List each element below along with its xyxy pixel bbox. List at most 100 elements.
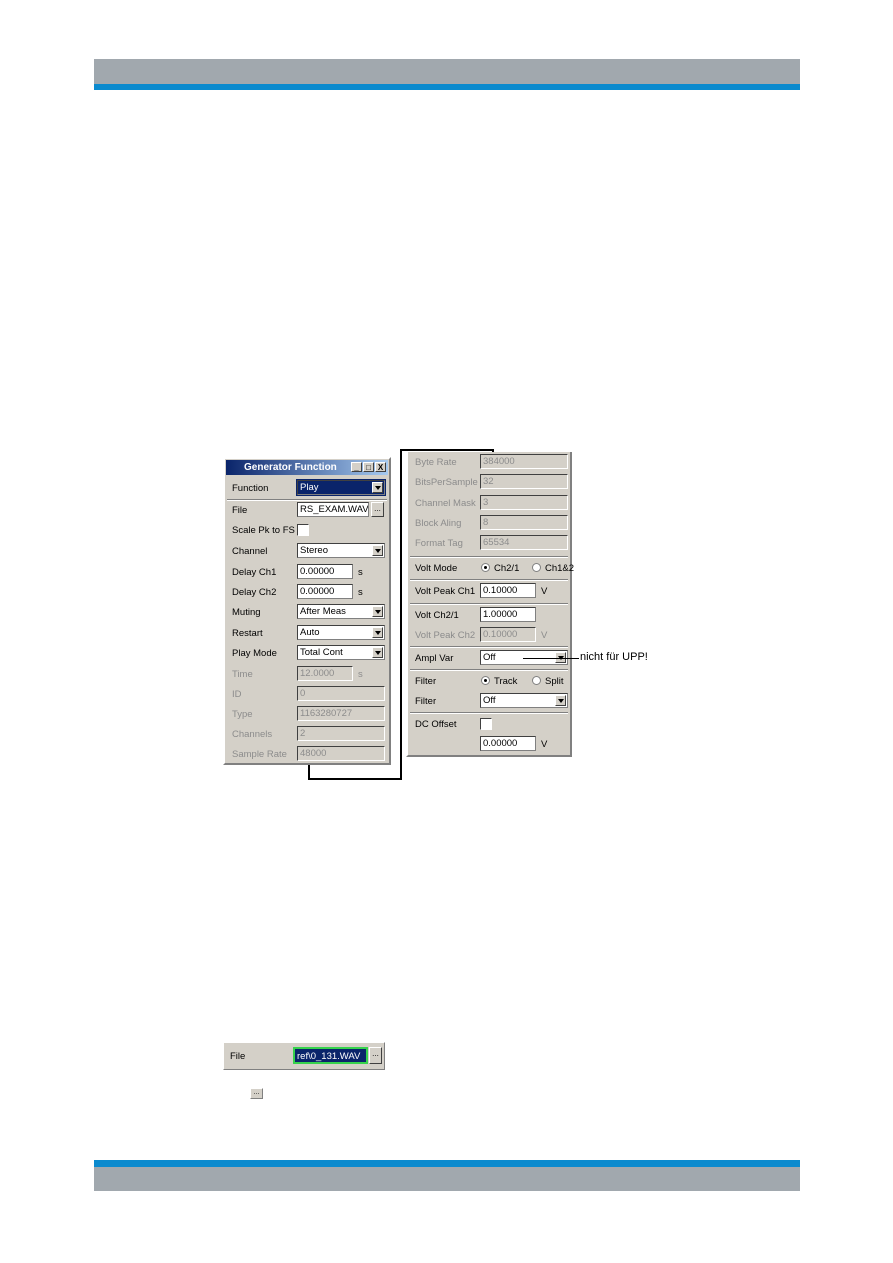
id-value: 0 — [297, 686, 385, 701]
annotation-pointer — [523, 658, 579, 659]
annotation-note: nicht für UPP! — [580, 651, 648, 663]
connector-line — [400, 449, 493, 451]
volt-mode-ch21-radio[interactable] — [481, 563, 490, 572]
volt-mode-ch12-label: Ch1&2 — [545, 563, 575, 574]
chevron-down-icon[interactable] — [555, 695, 566, 706]
dc-offset-row: DC Offset — [408, 714, 570, 734]
play-mode-value: Total Cont — [300, 647, 343, 658]
chevron-down-icon[interactable] — [372, 482, 383, 493]
dc-offset-input[interactable]: 0.00000 — [480, 736, 536, 751]
chevron-down-icon[interactable] — [372, 545, 383, 556]
connector-line — [308, 778, 402, 780]
delay-ch2-label: Delay Ch2 — [232, 587, 277, 598]
filter-split-radio[interactable] — [532, 676, 541, 685]
time-label: Time — [232, 669, 253, 680]
volt-peak-ch1-label: Volt Peak Ch1 — [415, 586, 476, 597]
file-field-example: File ref\0_131.WAV ... — [223, 1042, 385, 1070]
delay-ch1-input[interactable]: 0.00000 — [297, 564, 353, 579]
channels-value: 2 — [297, 726, 385, 741]
ampl-var-value: Off — [483, 652, 496, 663]
ampl-var-label: Ampl Var — [415, 653, 454, 664]
function-row: Function Play — [225, 478, 389, 498]
dc-offset-checkbox[interactable] — [480, 718, 492, 730]
header-accent — [94, 84, 800, 90]
scale-checkbox[interactable] — [297, 524, 309, 536]
volt-ch21-input[interactable]: 1.00000 — [480, 607, 536, 622]
file-label: File — [232, 505, 248, 516]
chevron-down-icon[interactable] — [372, 647, 383, 658]
generator-function-panel-continued: Byte Rate 384000 BitsPerSample 32 Channe… — [406, 452, 575, 757]
channel-value: Stereo — [300, 545, 328, 556]
byte-rate-label: Byte Rate — [415, 457, 457, 468]
chevron-down-icon[interactable] — [372, 627, 383, 638]
function-label: Function — [232, 483, 269, 494]
file-strip-input[interactable]: ref\0_131.WAV — [293, 1047, 368, 1064]
format-tag-label: Format Tag — [415, 538, 463, 549]
volt-peak-ch1-row: Volt Peak Ch1 0.10000 V — [408, 581, 570, 601]
format-tag-row: Format Tag 65534 — [408, 533, 570, 553]
filter-select[interactable]: Off — [480, 693, 568, 708]
muting-row: Muting After Meas — [225, 602, 389, 622]
connector-line — [400, 449, 402, 779]
generator-function-panel: Generator Function _ □ X Function Play F… — [223, 457, 391, 765]
filter-row: Filter Off — [408, 691, 570, 711]
play-mode-row: Play Mode Total Cont — [225, 643, 389, 663]
sample-rate-row: Sample Rate 48000 — [225, 744, 389, 764]
channel-mask-row: Channel Mask 3 — [408, 493, 570, 513]
close-icon[interactable]: X — [375, 462, 386, 472]
delay-ch1-row: Delay Ch1 0.00000 s — [225, 562, 389, 582]
restart-value: Auto — [300, 627, 320, 638]
play-mode-label: Play Mode — [232, 648, 277, 659]
sample-rate-value: 48000 — [297, 746, 385, 761]
scale-label: Scale Pk to FS — [232, 525, 295, 536]
channel-select[interactable]: Stereo — [297, 543, 385, 558]
file-strip-browse-button[interactable]: ... — [369, 1047, 382, 1064]
volt-peak-ch2-unit: V — [541, 630, 548, 641]
channel-label: Channel — [232, 546, 268, 557]
bits-label: BitsPerSample — [415, 477, 478, 488]
function-select[interactable]: Play — [296, 479, 386, 496]
volt-mode-ch12-radio[interactable] — [532, 563, 541, 572]
bits-row: BitsPerSample 32 — [408, 472, 570, 492]
muting-select[interactable]: After Meas — [297, 604, 385, 619]
filter-mode-row: Filter Track Split — [408, 671, 570, 691]
minimize-icon[interactable]: _ — [351, 462, 362, 472]
ellipsis-button-icon: ... — [250, 1088, 263, 1099]
volt-mode-label: Volt Mode — [415, 563, 458, 574]
function-value: Play — [300, 482, 319, 493]
volt-peak-ch2-row: Volt Peak Ch2 0.10000 V — [408, 625, 570, 645]
volt-ch21-label: Volt Ch2/1 — [415, 610, 459, 621]
volt-peak-ch2-value: 0.10000 — [480, 627, 536, 642]
maximize-icon[interactable]: □ — [363, 462, 374, 472]
muting-label: Muting — [232, 607, 261, 618]
file-row: File RS_EXAM.WAV ... — [225, 500, 389, 520]
format-tag-value: 65534 — [480, 535, 568, 550]
browse-button[interactable]: ... — [371, 502, 384, 517]
filter-track-label: Track — [494, 676, 518, 687]
panel-titlebar[interactable]: Generator Function _ □ X — [226, 460, 388, 475]
type-value: 1163280727 — [297, 706, 385, 721]
time-row: Time 12.0000 s — [225, 664, 389, 684]
dc-offset-unit: V — [541, 739, 548, 750]
play-mode-select[interactable]: Total Cont — [297, 645, 385, 660]
restart-row: Restart Auto — [225, 623, 389, 643]
dc-offset-label: DC Offset — [415, 719, 457, 730]
channels-row: Channels 2 — [225, 724, 389, 744]
filter-split-label: Split — [545, 676, 564, 687]
volt-peak-ch1-input[interactable]: 0.10000 — [480, 583, 536, 598]
volt-mode-ch21-label: Ch2/1 — [494, 563, 520, 574]
filter-mode-label: Filter — [415, 676, 437, 687]
delay-ch2-input[interactable]: 0.00000 — [297, 584, 353, 599]
chevron-down-icon[interactable] — [372, 606, 383, 617]
byte-rate-row: Byte Rate 384000 — [408, 452, 570, 472]
delay-ch1-label: Delay Ch1 — [232, 567, 277, 578]
channels-label: Channels — [232, 729, 273, 740]
type-row: Type 1163280727 — [225, 704, 389, 724]
channel-row: Channel Stereo — [225, 541, 389, 561]
scale-row: Scale Pk to FS — [225, 520, 389, 540]
restart-label: Restart — [232, 628, 263, 639]
volt-peak-ch2-label: Volt Peak Ch2 — [415, 630, 476, 641]
filter-track-radio[interactable] — [481, 676, 490, 685]
restart-select[interactable]: Auto — [297, 625, 385, 640]
file-input[interactable]: RS_EXAM.WAV — [297, 502, 369, 517]
